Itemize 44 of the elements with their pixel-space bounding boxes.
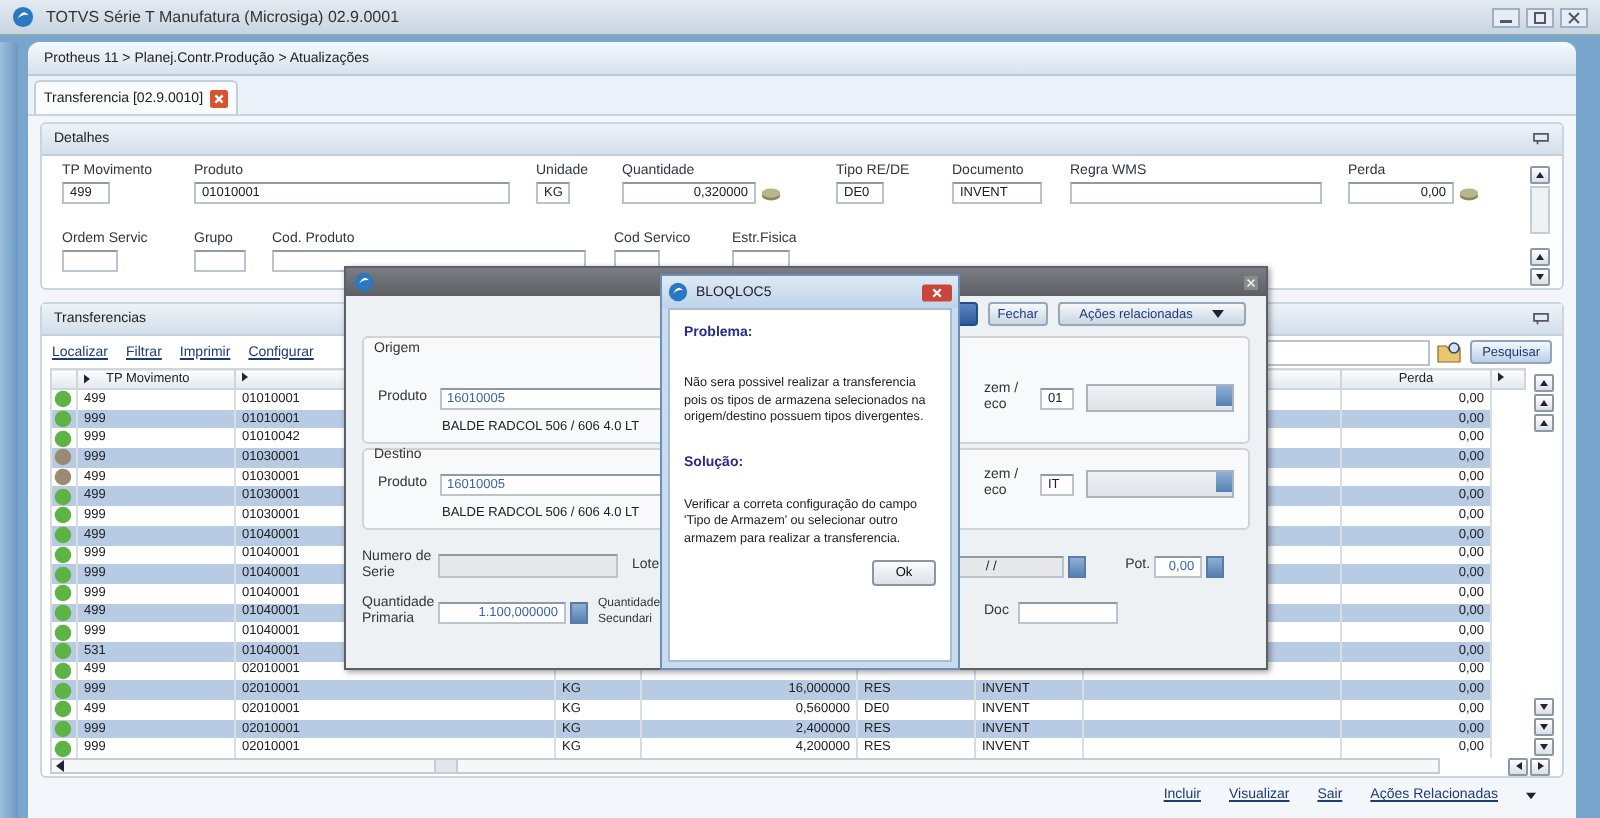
app-logo-icon	[12, 6, 34, 28]
coins-icon[interactable]	[760, 185, 782, 201]
caret-icon[interactable]	[1212, 310, 1225, 318]
scroll-up-button[interactable]	[1534, 414, 1554, 432]
horizontal-scrollbar[interactable]	[50, 758, 1440, 774]
scroll-right-button[interactable]	[1530, 757, 1550, 775]
input-field[interactable]	[438, 554, 618, 578]
scroll-bottom-button[interactable]	[1534, 738, 1554, 756]
lookup-button[interactable]	[1206, 555, 1225, 577]
column-arrow-icon	[242, 372, 248, 382]
page-up-button[interactable]	[1534, 394, 1554, 412]
scroll-left-icon[interactable]	[56, 760, 64, 772]
scroll-top-button[interactable]	[1534, 374, 1554, 392]
coins-icon[interactable]	[1458, 185, 1480, 201]
column-header[interactable]	[1491, 369, 1525, 389]
input-field[interactable]	[194, 250, 246, 272]
close-icon[interactable]	[209, 89, 228, 107]
app-logo-icon	[668, 282, 688, 302]
select-field[interactable]	[1086, 384, 1234, 412]
caret-icon[interactable]	[1526, 791, 1536, 799]
scroll-up-button[interactable]	[1529, 248, 1549, 266]
input-field[interactable]	[1018, 601, 1119, 623]
lookup-button[interactable]	[1067, 555, 1086, 577]
lookup-button[interactable]	[570, 601, 588, 623]
close-icon[interactable]	[922, 283, 952, 301]
collapse-icon[interactable]	[1532, 312, 1550, 326]
scrollbar-thumb[interactable]	[434, 758, 458, 774]
close-icon[interactable]	[1560, 7, 1588, 27]
scroll-down-button[interactable]	[1534, 698, 1554, 716]
input-field[interactable]	[1070, 182, 1322, 204]
collapse-icon[interactable]	[1532, 132, 1550, 146]
folder-search-icon[interactable]	[1436, 340, 1465, 364]
input-field[interactable]	[62, 250, 118, 272]
minimize-icon[interactable]	[1492, 7, 1520, 27]
column-arrow-icon	[84, 374, 90, 384]
app-logo-icon	[354, 272, 374, 292]
page-down-button[interactable]	[1534, 718, 1554, 736]
scroll-up-button[interactable]	[1529, 166, 1549, 184]
scroll-down-button[interactable]	[1529, 268, 1549, 286]
window-title: TOTVS Série T Manufatura (Microsiga) 02.9.0001	[46, 8, 400, 26]
restore-icon[interactable]	[1526, 7, 1554, 27]
column-arrow-icon	[1498, 372, 1504, 382]
select-field[interactable]	[1086, 470, 1234, 498]
scroll-left-button[interactable]	[1508, 757, 1528, 775]
